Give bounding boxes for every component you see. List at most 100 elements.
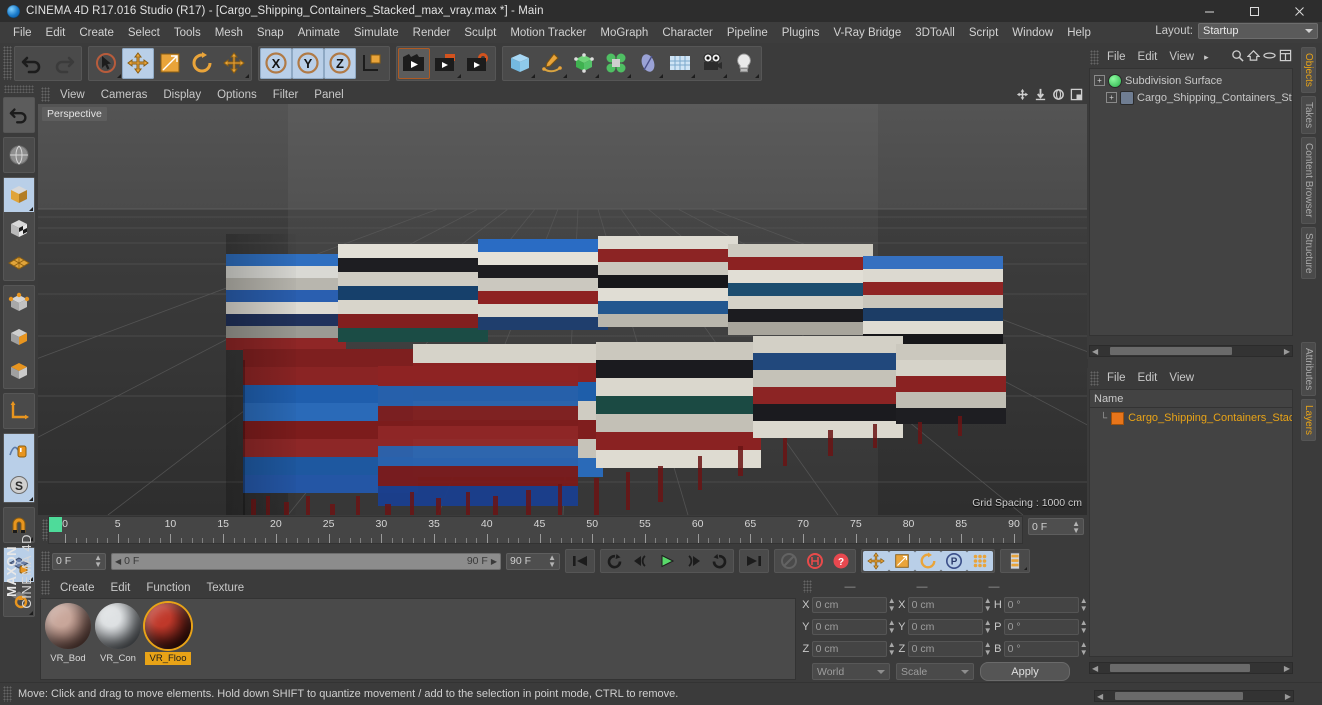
object-menu-edit[interactable]: Edit	[1132, 49, 1164, 65]
menu-item-3dtoall[interactable]: 3DToAll	[908, 24, 962, 42]
material-swatch[interactable]: VR_Con	[95, 603, 141, 665]
maximize-button[interactable]	[1232, 0, 1277, 22]
transform-mode-dropdown[interactable]: Scale	[896, 663, 974, 680]
rotation-key-icon[interactable]	[915, 551, 941, 571]
primitive-cube-icon[interactable]	[504, 48, 536, 79]
menu-item-file[interactable]: File	[6, 24, 39, 42]
menu-item-render[interactable]: Render	[406, 24, 458, 42]
apply-button[interactable]: Apply	[980, 662, 1070, 681]
palette-grip[interactable]	[4, 85, 34, 93]
light-icon[interactable]	[728, 48, 760, 79]
home-icon[interactable]	[1246, 49, 1261, 65]
material-list[interactable]: VR_Bod VR_Con VR_Floo	[40, 598, 796, 680]
status-scrollbar[interactable]: ◀ ▶	[1094, 690, 1294, 702]
material-menu-edit[interactable]: Edit	[103, 580, 139, 596]
coordinates-grip[interactable]	[803, 580, 812, 593]
position-x-field[interactable]: 0 cm	[811, 597, 888, 613]
spinner-icon[interactable]: ▲ ▼	[887, 619, 896, 635]
layer-menu-view[interactable]: View	[1163, 370, 1200, 386]
autokeying-toggle[interactable]	[776, 551, 802, 571]
dock-tab-attributes[interactable]: Attributes	[1301, 342, 1316, 397]
axis-z-icon[interactable]: Z	[324, 47, 356, 79]
scroll-right-icon[interactable]: ▶	[1283, 692, 1293, 701]
scale-tool-icon[interactable]	[154, 48, 186, 79]
menu-item-edit[interactable]: Edit	[39, 24, 73, 42]
spinner-icon[interactable]: ▲ ▼	[94, 554, 102, 569]
enable-axis-mode-icon[interactable]	[4, 434, 34, 468]
menu-item-v-ray-bridge[interactable]: V-Ray Bridge	[826, 24, 908, 42]
object-tree[interactable]: + Subdivision Surface + Cargo_Shipping_Cont…	[1089, 68, 1293, 336]
environment-icon[interactable]	[632, 48, 664, 79]
material-menu-create[interactable]: Create	[52, 580, 103, 596]
preview-range-slider[interactable]: ◀ 0 F 90 F ▶	[111, 552, 501, 570]
timeline-frame-field[interactable]: 0 F ▲ ▼	[1028, 518, 1084, 535]
scroll-right-icon[interactable]: ▶	[1282, 347, 1292, 356]
viewport-menu-filter[interactable]: Filter	[265, 87, 307, 103]
material-swatch[interactable]: VR_Bod	[45, 603, 91, 665]
go-to-end-button[interactable]	[741, 551, 767, 571]
expand-collapse-icon[interactable]: +	[1094, 75, 1105, 86]
menu-item-snap[interactable]: Snap	[250, 24, 291, 42]
menu-item-mograph[interactable]: MoGraph	[593, 24, 655, 42]
keyframe-selection-button[interactable]: ?	[828, 551, 854, 571]
go-to-previous-key-button[interactable]	[602, 551, 628, 571]
menu-item-tools[interactable]: Tools	[167, 24, 208, 42]
menu-item-create[interactable]: Create	[72, 24, 121, 42]
object-manager-hscrollbar[interactable]: ◀ ▶	[1089, 345, 1293, 357]
object-tree-row[interactable]: + Subdivision Surface	[1090, 72, 1292, 89]
step-back-button[interactable]	[628, 551, 654, 571]
step-forward-button[interactable]	[680, 551, 706, 571]
menu-item-mesh[interactable]: Mesh	[208, 24, 250, 42]
current-time-marker[interactable]	[49, 517, 62, 532]
rotate-tool-icon[interactable]	[186, 48, 218, 79]
viewport-menu-cameras[interactable]: Cameras	[93, 87, 156, 103]
fit-icon[interactable]	[1279, 49, 1292, 65]
scroll-left-icon[interactable]: ◀	[1090, 347, 1100, 356]
spinner-icon[interactable]: ▲ ▼	[887, 597, 896, 613]
parameter-key-icon[interactable]: P	[941, 551, 967, 571]
object-menu-file[interactable]: File	[1101, 49, 1132, 65]
spinner-icon[interactable]: ▲ ▼	[983, 597, 992, 613]
material-menu-texture[interactable]: Texture	[198, 580, 252, 596]
viewport-menu-view[interactable]: View	[52, 87, 93, 103]
camera-icon[interactable]	[696, 48, 728, 79]
viewport-menu-display[interactable]: Display	[155, 87, 209, 103]
go-to-start-button[interactable]	[567, 551, 593, 571]
menu-item-pipeline[interactable]: Pipeline	[720, 24, 775, 42]
toolbar-grip[interactable]	[3, 46, 12, 80]
point-level-animation-icon[interactable]	[967, 551, 993, 571]
render-to-picture-viewer-icon[interactable]	[430, 48, 462, 79]
menu-item-window[interactable]: Window	[1005, 24, 1060, 42]
texture-mode-icon[interactable]	[4, 212, 34, 246]
current-frame-field[interactable]: 0 F ▲ ▼	[52, 552, 106, 570]
spinner-icon[interactable]: ▲ ▼	[548, 554, 556, 569]
make-editable-icon[interactable]	[4, 138, 34, 172]
scale-key-icon[interactable]	[889, 551, 915, 571]
spinner-icon[interactable]: ▲ ▼	[887, 641, 896, 657]
scrollbar-thumb[interactable]	[1110, 347, 1233, 355]
world-object-coord-icon[interactable]	[356, 48, 388, 79]
expand-collapse-icon[interactable]: +	[1106, 92, 1117, 103]
position-z-field[interactable]: 0 cm	[811, 641, 888, 657]
range-right-arrow-icon[interactable]: ▶	[491, 557, 497, 566]
play-button[interactable]	[654, 551, 680, 571]
axis-y-icon[interactable]: Y	[292, 47, 324, 79]
object-manager-grip[interactable]	[1090, 49, 1099, 65]
material-menu-function[interactable]: Function	[138, 580, 198, 596]
object-tree-row[interactable]: + Cargo_Shipping_Containers_Stac	[1090, 89, 1292, 106]
render-settings-icon[interactable]	[462, 48, 494, 79]
workplane-mode-icon[interactable]	[4, 246, 34, 280]
maximize-view-icon[interactable]	[1069, 87, 1084, 102]
layer-color-swatch[interactable]	[1111, 411, 1125, 425]
scrollbar-thumb[interactable]	[1110, 664, 1251, 672]
move-alt-icon[interactable]	[218, 48, 250, 79]
layer-manager-hscrollbar[interactable]: ◀ ▶	[1089, 662, 1293, 674]
material-swatch[interactable]: VR_Floo	[145, 603, 191, 665]
close-button[interactable]	[1277, 0, 1322, 22]
rotation-h-field[interactable]: 0 °	[1003, 597, 1080, 613]
render-view-icon[interactable]	[398, 47, 430, 79]
undo-view-icon[interactable]	[4, 98, 34, 132]
layer-menu-edit[interactable]: Edit	[1132, 370, 1164, 386]
layer-menu-file[interactable]: File	[1101, 370, 1132, 386]
dock-tab-structure[interactable]: Structure	[1301, 226, 1316, 280]
